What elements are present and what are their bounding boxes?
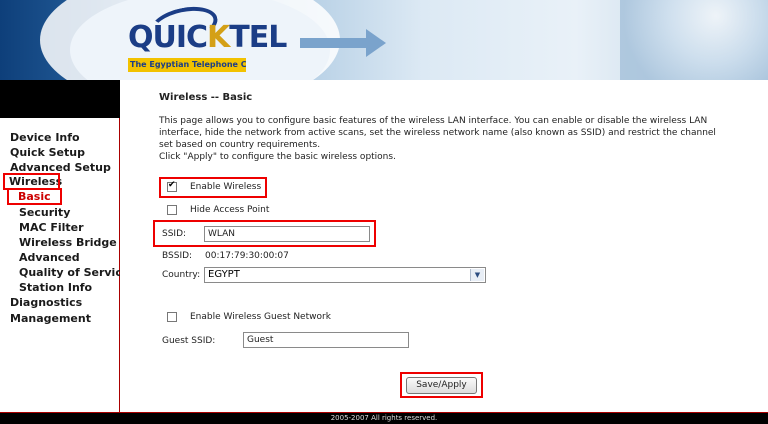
arrow-graphic xyxy=(300,38,370,48)
sidebar-item-basic[interactable]: Basic xyxy=(7,188,62,205)
footer-copyright: 2005-2007 All rights reserved. xyxy=(330,414,438,422)
header-banner: QUICKTEL The Egyptian Telephone Co. xyxy=(0,0,768,80)
guest-ssid-input[interactable]: Guest xyxy=(243,332,409,348)
footer-divider xyxy=(0,412,768,413)
sidebar-nav: Device Info Quick Setup Advanced Setup W… xyxy=(0,118,129,412)
sidebar-item-diagnostics[interactable]: Diagnostics xyxy=(10,296,82,309)
hide-access-point-label: Hide Access Point xyxy=(190,205,270,215)
sidebar-item-quick-setup[interactable]: Quick Setup xyxy=(10,146,85,159)
main-content: Wireless -- Basic This page allows you t… xyxy=(120,80,768,412)
guest-ssid-label: Guest SSID: xyxy=(162,336,216,346)
description-text: This page allows you to configure basic … xyxy=(159,116,716,150)
country-label: Country: xyxy=(162,270,201,280)
arrowhead-graphic xyxy=(366,29,386,57)
page-description: This page allows you to configure basic … xyxy=(159,115,719,163)
ssid-input[interactable]: WLAN xyxy=(204,226,370,242)
enable-wireless-label: Enable Wireless xyxy=(190,182,262,192)
hide-access-point-checkbox[interactable] xyxy=(167,205,177,215)
enable-wireless-checkbox[interactable] xyxy=(167,180,177,192)
sidebar-item-device-info[interactable]: Device Info xyxy=(10,131,80,144)
guest-network-checkbox[interactable] xyxy=(167,312,177,322)
sidebar-top-bar xyxy=(0,80,120,118)
sidebar-item-advanced[interactable]: Advanced xyxy=(19,251,80,264)
logo-tagline: The Egyptian Telephone Co. xyxy=(128,58,246,72)
country-select[interactable]: EGYPT ▼ xyxy=(204,267,486,283)
sidebar-item-security[interactable]: Security xyxy=(19,206,70,219)
chevron-down-icon[interactable]: ▼ xyxy=(470,269,484,281)
bssid-value: 00:17:79:30:00:07 xyxy=(205,251,289,261)
guest-network-label: Enable Wireless Guest Network xyxy=(190,312,331,322)
logo-brand-text: QUICKTEL xyxy=(128,20,287,55)
country-select-value: EGYPT xyxy=(208,269,240,280)
sidebar-item-quality-of-service[interactable]: Quality of Service xyxy=(19,266,129,279)
globe-graphic xyxy=(620,0,768,80)
page-title: Wireless -- Basic xyxy=(159,92,253,103)
footer: 2005-2007 All rights reserved. xyxy=(0,412,768,424)
ssid-label: SSID: xyxy=(162,229,187,239)
description-apply-hint: Click "Apply" to configure the basic wir… xyxy=(159,152,396,162)
sidebar-item-wireless[interactable]: Wireless xyxy=(3,173,62,190)
quicktel-logo: QUICKTEL The Egyptian Telephone Co. xyxy=(128,1,287,78)
sidebar-item-advanced-setup[interactable]: Advanced Setup xyxy=(10,161,111,174)
bssid-label: BSSID: xyxy=(162,251,193,261)
sidebar-item-management[interactable]: Management xyxy=(10,312,91,325)
sidebar-item-mac-filter[interactable]: MAC Filter xyxy=(19,221,84,234)
save-apply-button[interactable]: Save/Apply xyxy=(406,377,477,394)
sidebar-item-wireless-bridge[interactable]: Wireless Bridge xyxy=(19,236,117,249)
sidebar-item-station-info[interactable]: Station Info xyxy=(19,281,92,294)
